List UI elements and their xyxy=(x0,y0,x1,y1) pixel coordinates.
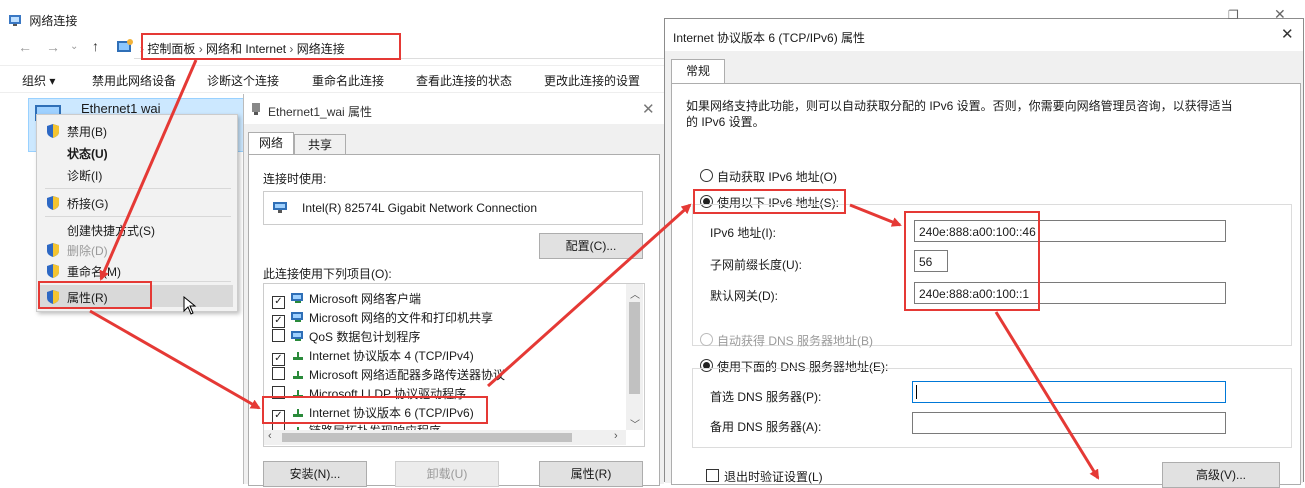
arrow-breadcrumb-to-menu xyxy=(99,59,198,281)
arrow-to-ipv6-values xyxy=(849,203,902,227)
arrow-ipv6-item-to-dialog xyxy=(486,203,692,388)
annotation-arrows xyxy=(89,59,1100,480)
arrow-menu-to-ipv6-item xyxy=(89,309,261,410)
arrow-to-dns xyxy=(994,311,1100,480)
